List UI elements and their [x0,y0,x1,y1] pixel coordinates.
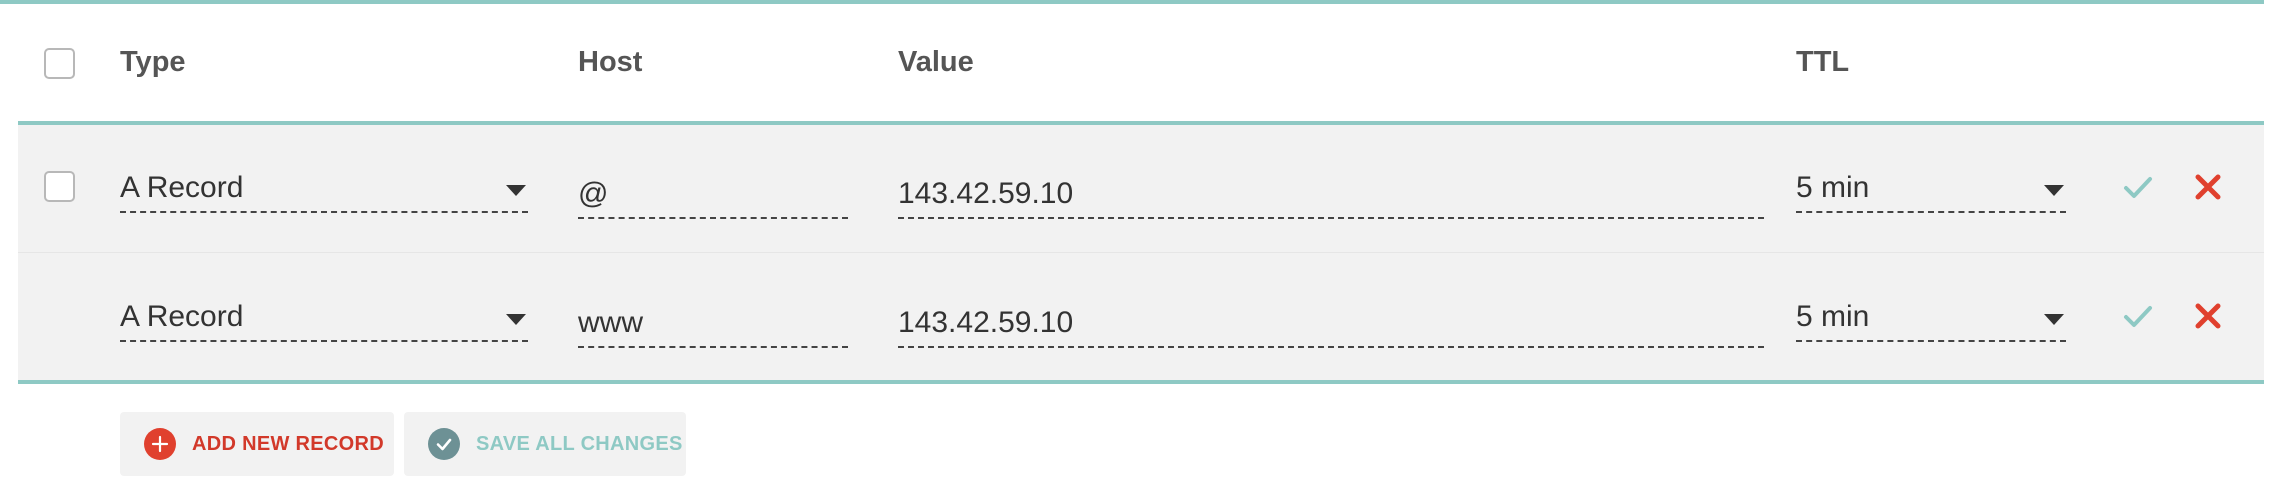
ttl-select-value: 5 min [1796,171,1870,204]
ttl-select[interactable]: 5 min [1796,294,2066,342]
table-row: A Record @ 143.42.59.10 5 min [18,125,2264,253]
ttl-select-value: 5 min [1796,300,1870,333]
type-select[interactable]: A Record [120,165,528,213]
rows-bottom-divider [18,380,2264,384]
type-select-value: A Record [120,300,244,333]
host-input-value: @ [578,177,609,210]
close-icon[interactable] [2192,300,2224,332]
caret-down-icon [506,314,526,325]
add-new-record-button[interactable]: ADD NEW RECORD [120,412,394,476]
column-header-type: Type [120,46,186,78]
value-input[interactable]: 143.42.59.10 [898,171,1764,219]
select-all-checkbox[interactable] [44,48,75,79]
check-icon[interactable] [2122,300,2154,332]
column-header-host: Host [578,46,643,78]
check-icon[interactable] [2122,171,2154,203]
row-checkbox[interactable] [44,171,75,202]
column-header-value: Value [898,46,974,78]
table-row: A Record www 143.42.59.10 5 min [18,252,2264,380]
plus-circle-icon [144,428,176,460]
add-new-record-label: ADD NEW RECORD [192,432,384,455]
host-input[interactable]: @ [578,171,848,219]
host-input[interactable]: www [578,300,848,348]
column-header-ttl: TTL [1796,46,1850,78]
save-all-changes-button[interactable]: SAVE ALL CHANGES [404,412,686,476]
caret-down-icon [2044,185,2064,196]
records-table-body: A Record @ 143.42.59.10 5 min A Record w… [18,125,2264,380]
value-input-value: 143.42.59.10 [898,306,1074,339]
ttl-select[interactable]: 5 min [1796,165,2066,213]
dns-records-panel: Type Host Value TTL A Record @ 143.42.59… [0,0,2284,496]
save-all-changes-label: SAVE ALL CHANGES [476,432,683,455]
table-header: Type Host Value TTL [0,4,2264,122]
caret-down-icon [2044,314,2064,325]
value-input-value: 143.42.59.10 [898,177,1074,210]
close-icon[interactable] [2192,171,2224,203]
type-select-value: A Record [120,171,244,204]
host-input-value: www [578,306,643,339]
type-select[interactable]: A Record [120,294,528,342]
value-input[interactable]: 143.42.59.10 [898,300,1764,348]
check-circle-icon [428,428,460,460]
caret-down-icon [506,185,526,196]
